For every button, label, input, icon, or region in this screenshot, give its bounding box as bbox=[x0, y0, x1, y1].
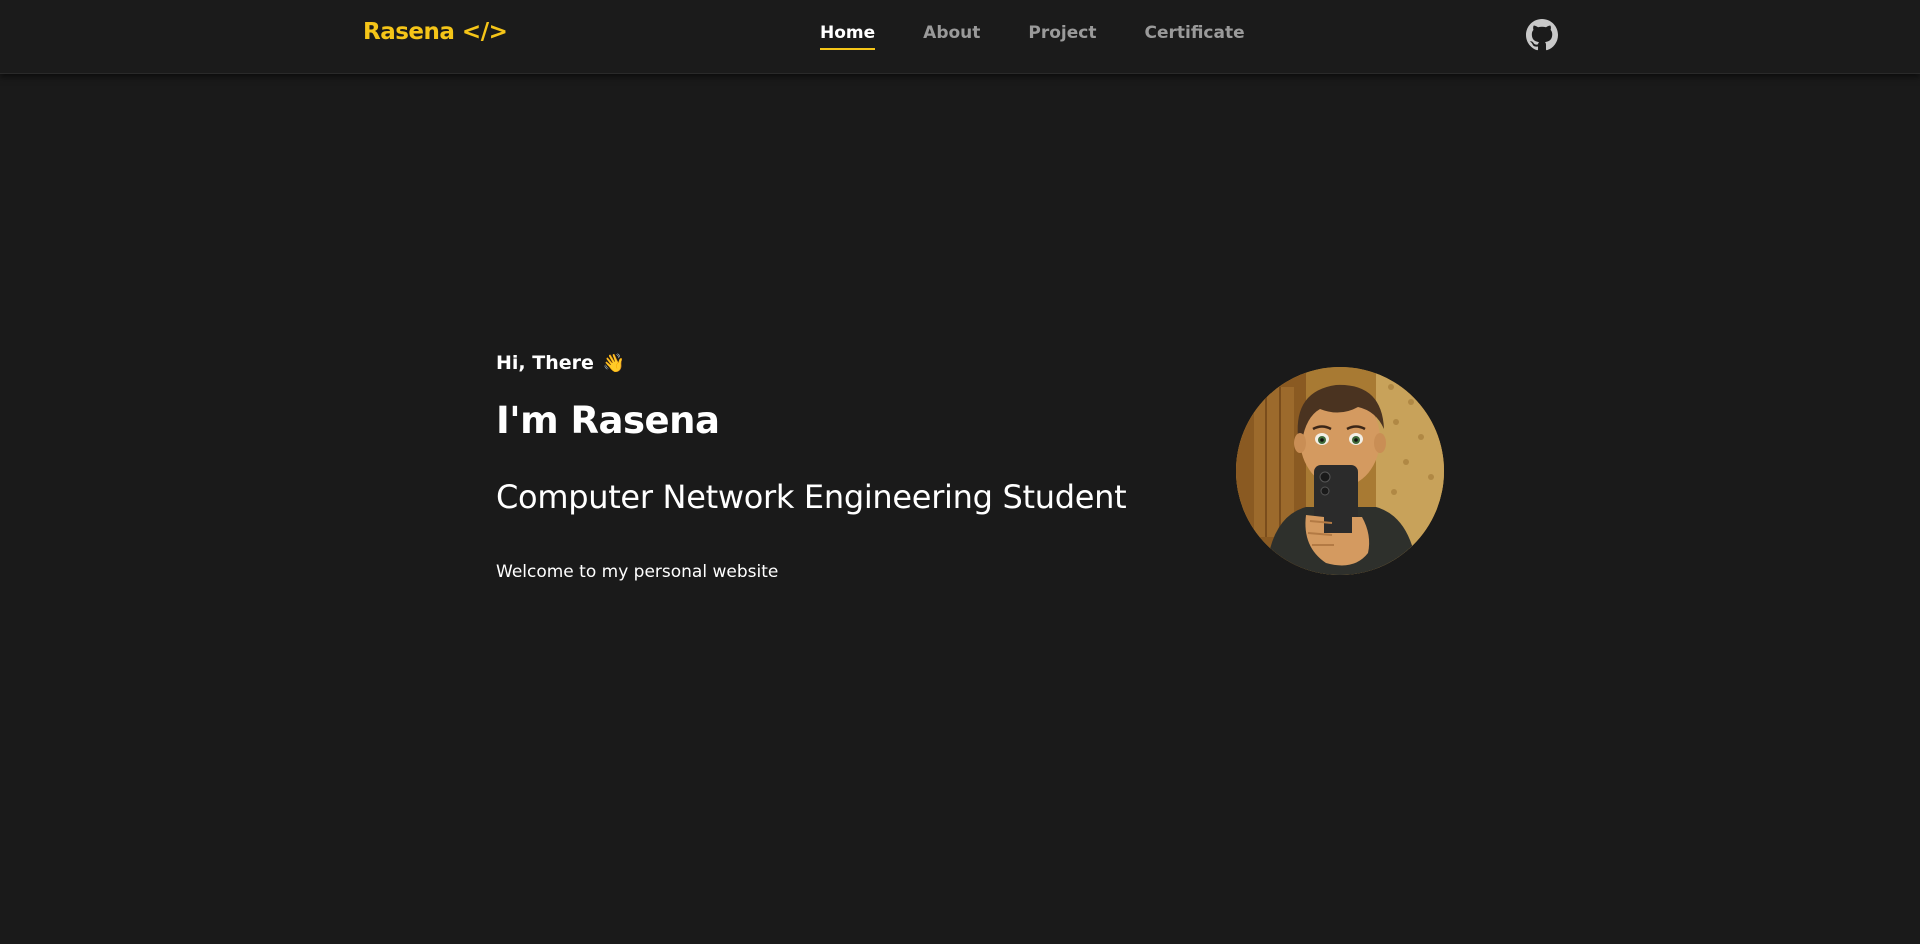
greeting-text: Hi, There bbox=[496, 352, 594, 374]
nav-about[interactable]: About bbox=[923, 22, 980, 44]
nav-menu: Home About Project Certificate bbox=[820, 22, 1245, 50]
hero-welcome: Welcome to my personal website bbox=[496, 562, 779, 582]
hero-role: Computer Network Engineering Student bbox=[496, 478, 1127, 516]
site-logo[interactable]: Rasena </> bbox=[363, 17, 508, 47]
avatar-illustration bbox=[1236, 367, 1444, 575]
hero-name: I'm Rasena bbox=[496, 399, 720, 442]
wave-emoji: 👋 bbox=[602, 353, 625, 374]
hero-greeting: Hi, There 👋 bbox=[496, 351, 625, 376]
github-link[interactable] bbox=[1526, 19, 1558, 51]
navbar: Rasena </> Home About Project Certificat… bbox=[0, 0, 1920, 74]
github-icon bbox=[1526, 19, 1558, 51]
nav-certificate[interactable]: Certificate bbox=[1144, 22, 1244, 44]
avatar bbox=[1236, 367, 1444, 575]
nav-home[interactable]: Home bbox=[820, 22, 876, 50]
nav-project[interactable]: Project bbox=[1028, 22, 1096, 44]
